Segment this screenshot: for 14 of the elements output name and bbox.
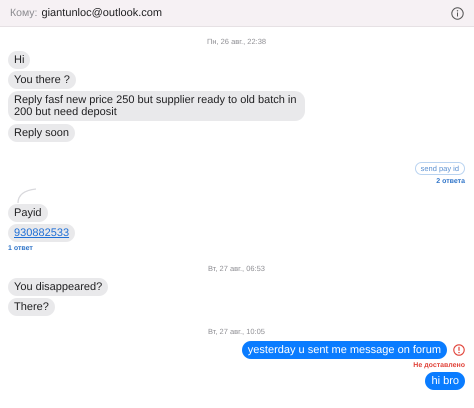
message-bubble: You there ? bbox=[8, 71, 76, 89]
message-bubble: There? bbox=[8, 298, 55, 316]
message-bubble: Hi bbox=[8, 51, 30, 69]
recipient-label: Кому: bbox=[10, 7, 38, 19]
message-bubble: yesterday u sent me message on forum bbox=[242, 341, 447, 359]
recipient-address[interactable]: giantunloc@outlook.com bbox=[41, 7, 162, 19]
message-bubble: Reply soon bbox=[8, 124, 76, 142]
info-icon[interactable] bbox=[451, 6, 464, 20]
alert-icon[interactable] bbox=[453, 344, 465, 356]
message-bubble: Reply fasf new price 250 but supplier ready to old batch in 200 but need deposit bbox=[8, 91, 305, 121]
message-link[interactable]: 930882533 bbox=[14, 227, 70, 239]
message-bubble: Payid bbox=[8, 204, 48, 222]
message-bubble: hi bro bbox=[425, 372, 465, 390]
message-bubble: You disappeared? bbox=[8, 278, 108, 296]
